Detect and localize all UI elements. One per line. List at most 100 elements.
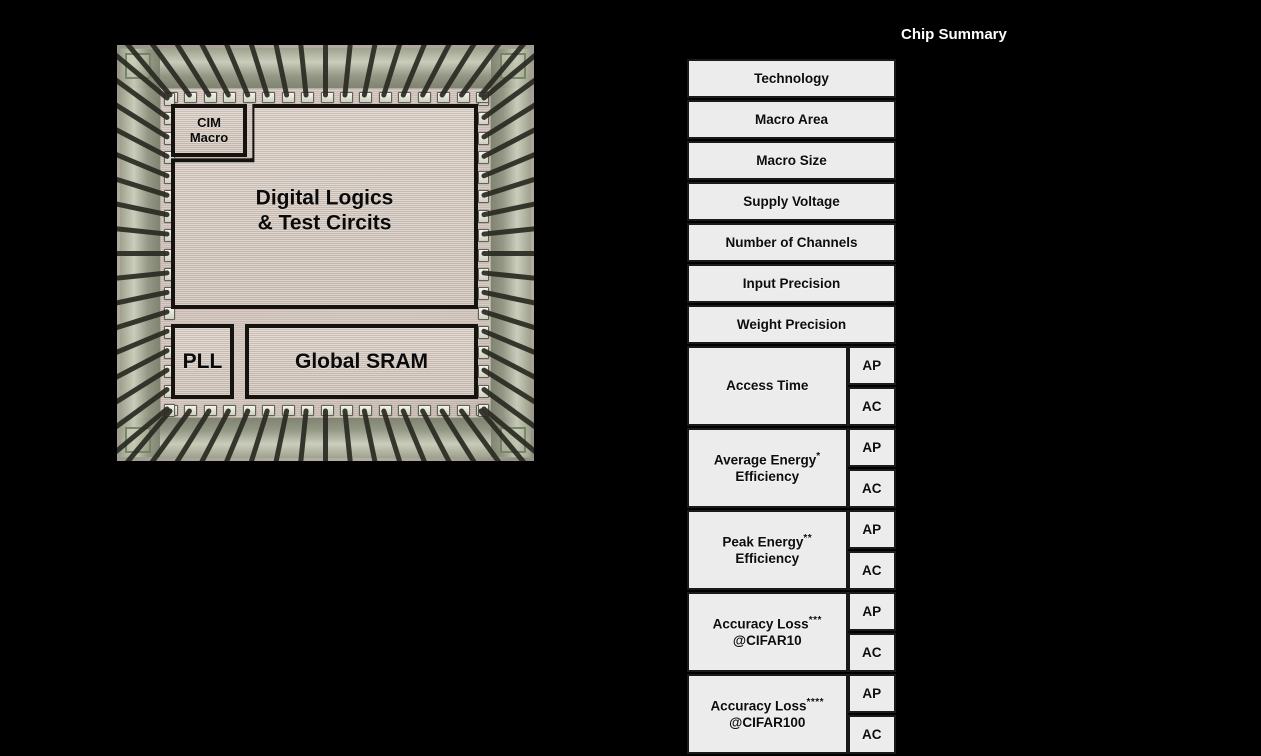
- summary-row: Number of Channels: [687, 223, 896, 262]
- bond-pad: [281, 405, 295, 416]
- die-block-global-sram: Global SRAM: [245, 324, 478, 399]
- summary-sub-cell-ap: AP: [847, 428, 896, 467]
- bond-pad: [359, 92, 373, 103]
- bond-pad: [301, 405, 315, 416]
- bond-pad: [301, 92, 315, 103]
- bond-pad: [478, 131, 489, 145]
- corner-fiducial-bl: [125, 427, 151, 453]
- die-block-digital-logics-label: Digital Logics & Test Circits: [171, 185, 478, 236]
- bond-pad: [398, 92, 412, 103]
- bond-pad: [478, 384, 489, 398]
- bond-pad: [478, 170, 489, 184]
- bond-pad: [478, 190, 489, 204]
- bond-pad: [164, 404, 175, 417]
- bond-pad: [378, 92, 392, 103]
- bond-pad: [262, 92, 276, 103]
- summary-sub-cell-ac: AC: [847, 633, 896, 672]
- digital-logics-line1: Digital Logics: [255, 185, 394, 209]
- summary-row-label: Number of Channels: [687, 223, 896, 262]
- bond-pad: [242, 405, 256, 416]
- bond-pad: [478, 404, 489, 417]
- summary-row: Macro Area: [687, 100, 896, 139]
- summary-row-label: Average Energy* Efficiency: [687, 428, 848, 508]
- bond-pad: [476, 92, 489, 103]
- footnote-marker: *: [816, 451, 821, 463]
- summary-sub-cell-ac: AC: [847, 387, 896, 426]
- die-block-cim-macro: CIM Macro: [171, 104, 247, 157]
- summary-row-label: Input Precision: [687, 264, 896, 303]
- corner-fiducial-br: [500, 427, 526, 453]
- bond-pad: [378, 405, 392, 416]
- bond-pad: [478, 267, 489, 281]
- footnote-marker: ***: [808, 615, 822, 627]
- bond-pad: [281, 92, 295, 103]
- summary-row: Supply Voltage: [687, 182, 896, 221]
- leadframe-band-top: [121, 48, 530, 88]
- summary-sub-cell-ac: AC: [847, 715, 896, 754]
- die-block-pll: PLL: [171, 324, 234, 399]
- summary-row: Weight Precision: [687, 305, 896, 344]
- bond-pad: [223, 92, 237, 103]
- summary-sub-cell-ac: AC: [847, 551, 896, 590]
- bond-pad: [262, 405, 276, 416]
- chip-summary-table: Technology Macro Area Macro Size Supply Vol…: [687, 57, 896, 756]
- bond-pad: [320, 92, 334, 103]
- corner-fiducial-tl: [125, 53, 151, 79]
- chip-die-photo: Digital Logics & Test Circits CIM Macro …: [117, 45, 534, 461]
- summary-sub-cell-ap: AP: [847, 592, 896, 631]
- bond-pad: [339, 405, 353, 416]
- bond-pad: [242, 92, 256, 103]
- cim-macro-line1: CIM: [197, 114, 221, 130]
- summary-row-label: Peak Energy** Efficiency: [687, 510, 848, 590]
- summary-row-label: Supply Voltage: [687, 182, 896, 221]
- summary-row-label: Accuracy Loss**** @CIFAR100: [687, 674, 848, 754]
- summary-row-label: Macro Size: [687, 141, 896, 180]
- leadframe-band-right: [491, 49, 531, 457]
- summary-sub-cell-ap: AP: [847, 674, 896, 713]
- bond-pad: [478, 326, 489, 340]
- summary-row: Macro Size: [687, 141, 896, 180]
- footnote-marker: ****: [806, 697, 825, 709]
- bond-pad: [359, 405, 373, 416]
- summary-row: Average Energy* Efficiency AP: [687, 428, 896, 508]
- leadframe-band-bottom: [121, 418, 530, 458]
- summary-row: Technology: [687, 59, 896, 98]
- bond-pad: [417, 405, 431, 416]
- bond-pad: [398, 405, 412, 416]
- summary-sub-cell-ap: AP: [847, 510, 896, 549]
- bond-pad: [456, 405, 470, 416]
- bond-pad: [437, 92, 451, 103]
- bond-pad: [223, 405, 237, 416]
- bond-pad: [184, 92, 198, 103]
- bond-pad: [339, 92, 353, 103]
- bond-pad: [437, 405, 451, 416]
- summary-row-label: Accuracy Loss*** @CIFAR10: [687, 592, 848, 672]
- leadframe-band-left: [120, 49, 160, 457]
- summary-row: Accuracy Loss*** @CIFAR10 AP: [687, 592, 896, 672]
- summary-row-label: Macro Area: [687, 100, 896, 139]
- summary-row: Access Time AP: [687, 346, 896, 426]
- summary-sub-cell-ap: AP: [847, 346, 896, 385]
- bond-pad: [478, 365, 489, 379]
- bond-pad: [203, 92, 217, 103]
- summary-row: Input Precision: [687, 264, 896, 303]
- summary-sub-cell-ac: AC: [847, 469, 896, 508]
- bond-pad: [478, 209, 489, 223]
- summary-row-label: Weight Precision: [687, 305, 896, 344]
- bond-pad: [478, 151, 489, 165]
- chip-summary-title: Chip Summary: [901, 26, 1007, 43]
- summary-row-label: Technology: [687, 59, 896, 98]
- summary-row-label: Access Time: [687, 346, 848, 426]
- cim-macro-line2: Macro: [189, 129, 229, 145]
- bond-pad: [184, 405, 198, 416]
- cim-macro-label: CIM Macro: [189, 114, 229, 145]
- bond-pad: [203, 405, 217, 416]
- footnote-marker: **: [803, 533, 813, 545]
- summary-row: Peak Energy** Efficiency AP: [687, 510, 896, 590]
- bond-pad: [478, 248, 489, 262]
- bond-pad: [478, 229, 489, 243]
- bond-pad: [320, 405, 334, 416]
- bond-pad: [456, 92, 470, 103]
- digital-logics-line2: & Test Circits: [257, 211, 392, 235]
- bond-pad: [478, 287, 489, 301]
